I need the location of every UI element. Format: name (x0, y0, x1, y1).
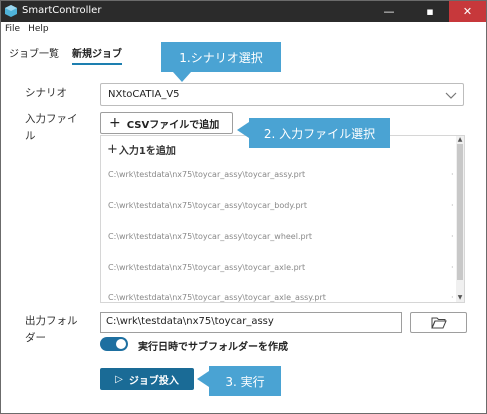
subfolder-toggle[interactable] (100, 337, 128, 351)
toggle-knob (116, 339, 126, 349)
scroll-thumb[interactable] (457, 144, 463, 280)
list-item[interactable]: C:\wrk\testdata\nx75\toycar_assy\toycar_… (108, 232, 312, 241)
submit-job-button[interactable]: ▷ ジョブ投入 (100, 368, 194, 390)
callout-arrow (237, 122, 249, 138)
row-menu-icon[interactable]: · (451, 293, 454, 302)
output-folder-label-2: ダー (25, 332, 46, 344)
row-menu-icon[interactable]: · (451, 232, 454, 241)
app-window: SmartController — ▪ ✕ File Help ジョブ一覧 新規… (0, 0, 487, 414)
callout-input-file-select: 2. 入力ファイル選択 (249, 118, 390, 148)
minimize-button[interactable]: — (370, 1, 408, 22)
add-csv-button[interactable]: + CSVファイルで追加 (100, 112, 233, 134)
plus-icon: + (109, 115, 121, 131)
add-input-label: 入力1を追加 (118, 146, 176, 157)
close-button[interactable]: ✕ (449, 1, 486, 22)
list-item[interactable]: C:\wrk\testdata\nx75\toycar_assy\toycar_… (108, 201, 307, 210)
add-input-row[interactable]: + 入力1を追加 (107, 142, 176, 157)
input-file-label-1: 入力ファイ (25, 113, 78, 125)
app-logo-icon (5, 5, 17, 17)
play-icon: ▷ (115, 373, 123, 385)
row-menu-icon[interactable]: · (451, 170, 454, 179)
scroll-down-icon[interactable]: ▼ (456, 294, 464, 302)
submit-job-label: ジョブ投入 (128, 375, 179, 387)
scenario-select[interactable]: NXtoCATIA_V5 (100, 83, 464, 106)
tab-new-job[interactable]: 新規ジョブ (72, 45, 122, 65)
plus-icon: + (107, 142, 118, 157)
title-bar: SmartController — ▪ ✕ (1, 1, 486, 22)
folder-open-icon (430, 317, 447, 328)
scenario-value: NXtoCATIA_V5 (108, 89, 180, 100)
menu-file[interactable]: File (5, 24, 20, 38)
menu-help[interactable]: Help (28, 24, 49, 38)
tab-bar: ジョブ一覧 新規ジョブ (9, 45, 135, 65)
list-item[interactable]: C:\wrk\testdata\nx75\toycar_assy\toycar_… (108, 293, 326, 302)
browse-folder-button[interactable] (410, 312, 467, 333)
output-folder-label-1: 出力フォル (25, 315, 78, 327)
maximize-button[interactable]: ▪ (411, 1, 449, 22)
input-file-list: + 入力1を追加 C:\wrk\testdata\nx75\toycar_ass… (100, 135, 465, 303)
output-folder-input[interactable]: C:\wrk\testdata\nx75\toycar_assy (100, 312, 402, 333)
subfolder-toggle-label: 実行日時でサブフォルダーを作成 (138, 342, 288, 353)
row-menu-icon[interactable]: · (451, 263, 454, 272)
list-item[interactable]: C:\wrk\testdata\nx75\toycar_assy\toycar_… (108, 263, 305, 272)
row-menu-icon[interactable]: · (451, 201, 454, 210)
add-csv-label: CSVファイルで追加 (126, 119, 220, 131)
chevron-down-icon (445, 92, 457, 99)
callout-arrow (173, 72, 191, 82)
callout-run: 3. 実行 (209, 366, 281, 396)
scroll-up-icon[interactable]: ▲ (456, 136, 464, 144)
window-title: SmartController (22, 5, 102, 16)
scenario-label: シナリオ (25, 87, 67, 99)
callout-scenario-select: 1.シナリオ選択 (161, 42, 281, 72)
menu-bar: File Help (5, 24, 49, 38)
scrollbar[interactable]: ▲ ▼ (456, 136, 464, 302)
input-file-label-2: ル (25, 130, 36, 142)
list-item[interactable]: C:\wrk\testdata\nx75\toycar_assy\toycar_… (108, 170, 305, 179)
tab-job-list[interactable]: ジョブ一覧 (9, 45, 59, 65)
callout-arrow (197, 371, 209, 387)
